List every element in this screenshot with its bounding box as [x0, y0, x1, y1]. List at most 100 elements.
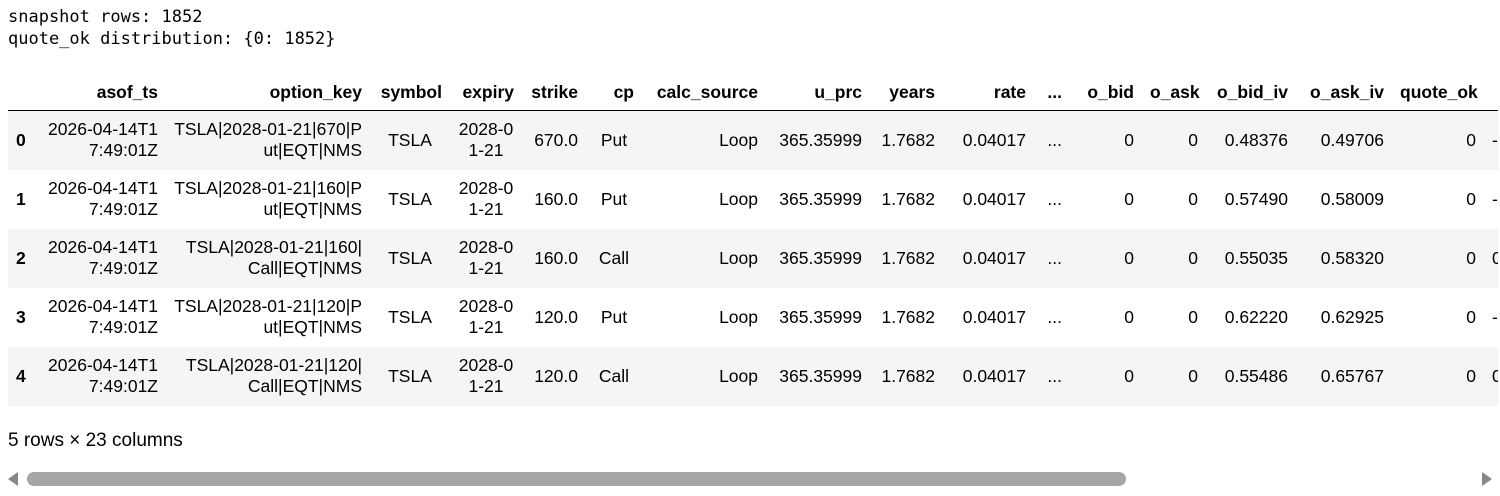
cell-o-bid-iv: 0.55486	[1224, 365, 1288, 386]
table-row: 4 2026-04-14T17:49:01Z TSLA|2028-01-21|1…	[8, 346, 1498, 406]
column-header-expiry: expiry	[450, 74, 522, 111]
row-index: 4	[16, 365, 26, 386]
cell-o-ask-iv: 0.58320	[1320, 247, 1384, 268]
cell-o-ask-iv: 0.49706	[1320, 129, 1384, 150]
cell-rate: 0.04017	[962, 306, 1026, 327]
cell-calc-source: Loop	[719, 188, 758, 209]
cell-calc-source: Loop	[719, 247, 758, 268]
horizontal-scrollbar[interactable]	[0, 468, 1500, 490]
cell-truncated: -0.0	[1492, 306, 1498, 327]
row-index: 0	[16, 129, 26, 150]
dataframe-container: asof_ts option_key symbol expiry strike …	[8, 74, 1498, 408]
cell-truncated: 0.9	[1492, 247, 1498, 268]
cell-strike: 120.0	[534, 306, 578, 327]
column-header-u-prc: u_prc	[766, 74, 870, 111]
cell-o-ask-iv: 0.65767	[1320, 365, 1384, 386]
cell-cp: Put	[600, 188, 628, 209]
cell-cp: Put	[600, 129, 628, 150]
cell-years: 1.7682	[881, 188, 935, 209]
column-header-truncated	[1484, 74, 1498, 111]
column-header-o-ask: o_ask	[1142, 74, 1206, 111]
column-header-strike: strike	[522, 74, 586, 111]
cell-rate: 0.04017	[962, 188, 1026, 209]
column-header-ellipsis: ...	[1034, 74, 1070, 111]
cell-quote-ok: 0	[1466, 188, 1476, 209]
cell-strike: 160.0	[534, 188, 578, 209]
cell-option-key: TSLA|2028-01-21|160|Call|EQT|NMS	[185, 237, 362, 278]
cell-strike: 670.0	[534, 129, 578, 150]
cell-o-ask: 0	[1188, 129, 1198, 150]
cell-symbol: TSLA	[388, 365, 432, 386]
cell-rate: 0.04017	[962, 365, 1026, 386]
cell-o-bid: 0	[1124, 129, 1134, 150]
cell-o-bid: 0	[1124, 247, 1134, 268]
cell-u-prc: 365.35999	[779, 306, 862, 327]
output-line-rows: snapshot rows: 1852	[8, 7, 203, 27]
cell-cp: Put	[600, 306, 628, 327]
cell-symbol: TSLA	[388, 129, 432, 150]
cell-calc-source: Loop	[719, 365, 758, 386]
column-header-o-bid: o_bid	[1070, 74, 1142, 111]
cell-truncated: 0.9	[1492, 365, 1498, 386]
column-header-asof-ts: asof_ts	[38, 74, 166, 111]
cell-cp: Call	[598, 247, 630, 268]
cell-quote-ok: 0	[1466, 247, 1476, 268]
cell-expiry: 2028-01-21	[458, 296, 514, 337]
cell-u-prc: 365.35999	[779, 365, 862, 386]
cell-asof-ts: 2026-04-14T17:49:01Z	[48, 119, 158, 161]
table-row: 1 2026-04-14T17:49:01Z TSLA|2028-01-21|1…	[8, 169, 1498, 229]
cell-truncated: -0.7	[1492, 129, 1498, 150]
cell-asof-ts: 2026-04-14T17:49:01Z	[48, 237, 158, 278]
scroll-left-arrow-icon[interactable]	[8, 472, 18, 486]
scroll-right-arrow-icon[interactable]	[1482, 472, 1492, 486]
column-header-quote-ok: quote_ok	[1392, 74, 1484, 111]
cell-o-bid-iv: 0.48376	[1224, 129, 1288, 150]
cell-o-bid: 0	[1124, 188, 1134, 209]
cell-expiry: 2028-01-21	[458, 355, 514, 396]
column-header-years: years	[870, 74, 943, 111]
cell-expiry: 2028-01-21	[458, 237, 514, 278]
cell-quote-ok: 0	[1466, 365, 1476, 386]
column-header-symbol: symbol	[370, 74, 450, 111]
cell-years: 1.7682	[881, 306, 935, 327]
cell-symbol: TSLA	[388, 306, 432, 327]
cell-u-prc: 365.35999	[779, 188, 862, 209]
cell-o-ask-iv: 0.62925	[1320, 306, 1384, 327]
cell-expiry: 2028-01-21	[458, 178, 514, 219]
cell-asof-ts: 2026-04-14T17:49:01Z	[48, 296, 158, 337]
cell-o-bid-iv: 0.55035	[1224, 247, 1288, 268]
column-header-rate: rate	[943, 74, 1034, 111]
cell-truncated: -0.0	[1492, 188, 1498, 209]
cell-rate: 0.04017	[962, 247, 1026, 268]
cell-o-ask: 0	[1188, 365, 1198, 386]
cell-years: 1.7682	[881, 129, 935, 150]
cell-output-text: snapshot rows: 1852 quote_ok distributio…	[8, 6, 336, 50]
cell-calc-source: Loop	[719, 129, 758, 150]
cell-u-prc: 365.35999	[779, 247, 862, 268]
cell-o-bid: 0	[1124, 365, 1134, 386]
cell-calc-source: Loop	[719, 306, 758, 327]
cell-o-bid: 0	[1124, 306, 1134, 327]
cell-cp: Call	[598, 365, 630, 386]
cell-symbol: TSLA	[388, 247, 432, 268]
row-index: 1	[16, 188, 26, 209]
cell-strike: 160.0	[534, 247, 578, 268]
column-header-o-bid-iv: o_bid_iv	[1206, 74, 1296, 111]
cell-o-ask: 0	[1188, 188, 1198, 209]
cell-option-key: TSLA|2028-01-21|120|Put|EQT|NMS	[174, 296, 362, 337]
cell-years: 1.7682	[881, 247, 935, 268]
cell-quote-ok: 0	[1466, 306, 1476, 327]
cell-ellipsis: ...	[1047, 247, 1062, 268]
cell-ellipsis: ...	[1047, 306, 1062, 327]
cell-option-key: TSLA|2028-01-21|160|Put|EQT|NMS	[174, 178, 362, 219]
cell-years: 1.7682	[881, 365, 935, 386]
cell-o-ask: 0	[1188, 306, 1198, 327]
cell-asof-ts: 2026-04-14T17:49:01Z	[48, 178, 158, 219]
cell-asof-ts: 2026-04-14T17:49:01Z	[48, 355, 158, 396]
table-row: 2 2026-04-14T17:49:01Z TSLA|2028-01-21|1…	[8, 228, 1498, 288]
cell-option-key: TSLA|2028-01-21|670|Put|EQT|NMS	[174, 119, 362, 161]
scrollbar-thumb[interactable]	[27, 472, 1126, 486]
row-index: 3	[16, 306, 26, 327]
cell-o-bid-iv: 0.57490	[1224, 188, 1288, 209]
cell-expiry: 2028-01-21	[458, 119, 514, 161]
